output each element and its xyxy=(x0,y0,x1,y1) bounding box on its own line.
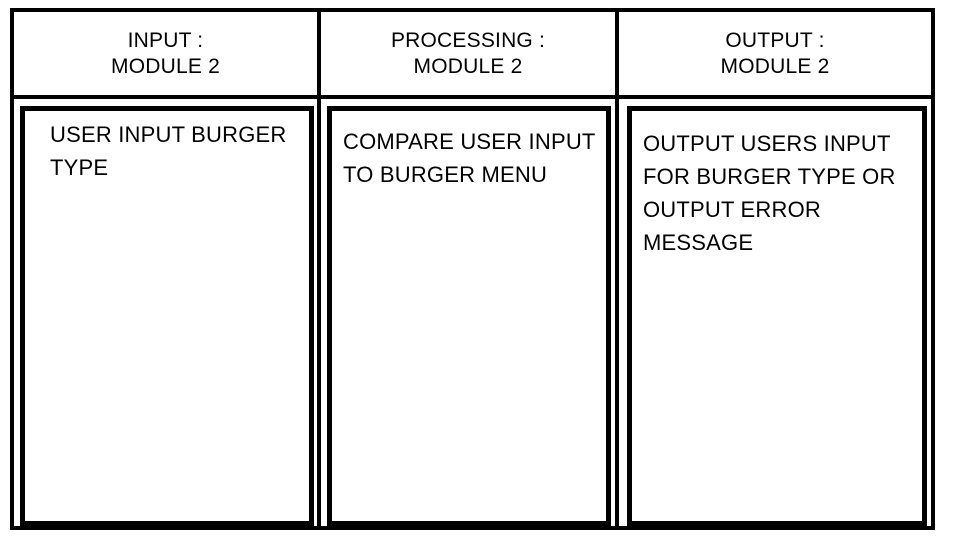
input-header-module: MODULE 2 xyxy=(111,54,220,78)
output-body-box: OUTPUT USERS INPUT FOR BURGER TYPE OR OU… xyxy=(627,106,927,526)
ipo-chart: INPUT : MODULE 2 PROCESSING : MODULE 2 O… xyxy=(10,8,935,530)
input-header: INPUT : MODULE 2 xyxy=(14,12,317,95)
output-header-title: OUTPUT : xyxy=(725,28,825,52)
output-body-text: OUTPUT USERS INPUT FOR BURGER TYPE OR OU… xyxy=(643,131,896,255)
header-divider xyxy=(14,95,931,99)
processing-body-box: COMPARE USER INPUT TO BURGER MENU xyxy=(327,106,611,526)
output-header: OUTPUT : MODULE 2 xyxy=(619,12,931,95)
processing-header-module: MODULE 2 xyxy=(413,54,523,78)
output-header-module: MODULE 2 xyxy=(720,54,830,78)
input-body-text: USER INPUT BURGER TYPE xyxy=(50,122,287,180)
input-header-title: INPUT : xyxy=(127,28,204,52)
processing-header: PROCESSING : MODULE 2 xyxy=(321,12,615,95)
processing-body-text: COMPARE USER INPUT TO BURGER MENU xyxy=(343,129,596,187)
processing-header-title: PROCESSING : xyxy=(390,28,546,52)
input-body-box: USER INPUT BURGER TYPE xyxy=(20,106,314,526)
